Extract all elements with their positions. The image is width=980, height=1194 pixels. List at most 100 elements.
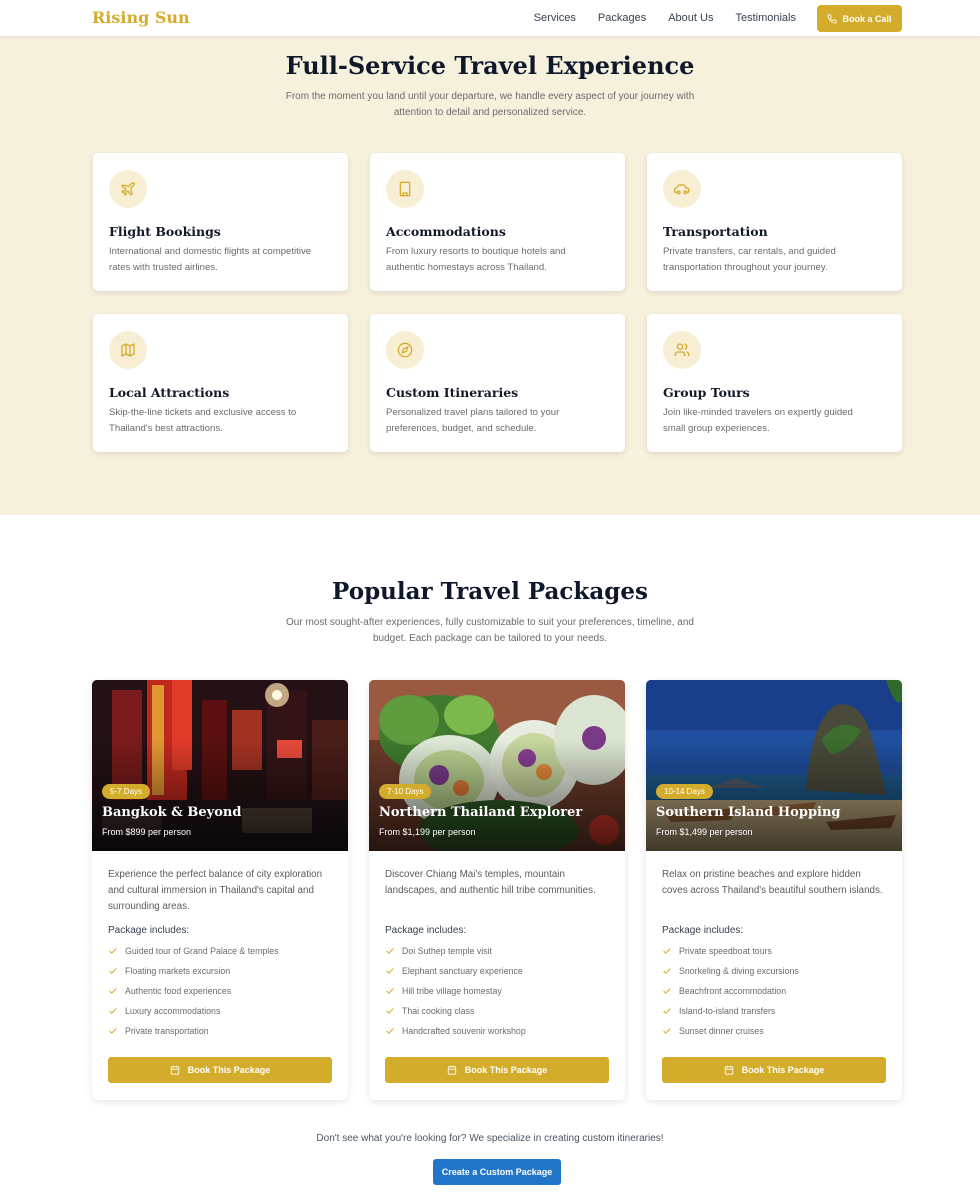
- service-card-itineraries: Custom Itineraries Personalized travel p…: [370, 314, 625, 452]
- list-item: Private speedboat tours: [662, 941, 886, 961]
- include-text: Authentic food experiences: [125, 986, 232, 996]
- include-text: Snorkeling & diving excursions: [679, 966, 799, 976]
- list-item: Sunset dinner cruises: [662, 1021, 886, 1041]
- services-title: Full-Service Travel Experience: [285, 51, 695, 80]
- package-name: Northern Thailand Explorer: [379, 805, 583, 820]
- image-overlay: [369, 680, 625, 851]
- book-call-button[interactable]: Book a Call: [817, 5, 902, 32]
- nav-links: Services Packages About Us Testimonials: [534, 12, 796, 24]
- package-card-bangkok: 5-7 Days Bangkok & Beyond From $899 per …: [92, 680, 348, 1100]
- service-desc: Join like-minded travelers on expertly g…: [663, 407, 853, 434]
- car-icon: [663, 170, 701, 208]
- includes-label: Package includes:: [385, 925, 467, 936]
- top-navbar: Rising Sun Services Packages About Us Te…: [0, 0, 980, 37]
- package-price: From $899 per person: [102, 827, 192, 837]
- package-name: Bangkok & Beyond: [102, 805, 242, 820]
- compass-icon: [386, 331, 424, 369]
- list-item: Doi Suthep temple visit: [385, 941, 609, 961]
- calendar-icon: [724, 1065, 733, 1075]
- service-card-group-tours: Group Tours Join like-minded travelers o…: [647, 314, 902, 452]
- include-text: Floating markets excursion: [125, 966, 231, 976]
- brand-logo[interactable]: Rising Sun: [92, 8, 190, 27]
- check-icon: [663, 968, 671, 974]
- check-icon: [663, 1028, 671, 1034]
- service-card-transportation: Transportation Private transfers, car re…: [647, 153, 902, 291]
- check-icon: [386, 948, 394, 954]
- calendar-icon: [170, 1065, 179, 1075]
- include-text: Beachfront accommodation: [679, 986, 787, 996]
- check-icon: [386, 1008, 394, 1014]
- service-card-flights: Flight Bookings International and domest…: [93, 153, 348, 291]
- includes-list: Guided tour of Grand Palace & temples Fl…: [108, 941, 332, 1041]
- nav-link-about[interactable]: About Us: [668, 12, 713, 24]
- include-text: Island-to-island transfers: [679, 1006, 776, 1016]
- list-item: Guided tour of Grand Palace & temples: [108, 941, 332, 961]
- check-icon: [386, 968, 394, 974]
- service-title: Group Tours: [663, 385, 750, 400]
- includes-label: Package includes:: [662, 925, 744, 936]
- include-text: Thai cooking class: [402, 1006, 475, 1016]
- package-price: From $1,499 per person: [656, 827, 753, 837]
- check-icon: [109, 988, 117, 994]
- package-image-spring-rolls: 7-10 Days Northern Thailand Explorer Fro…: [369, 680, 625, 851]
- includes-list: Private speedboat tours Snorkeling & div…: [662, 941, 886, 1041]
- service-desc: From luxury resorts to boutique hotels a…: [386, 246, 566, 273]
- includes-label: Package includes:: [108, 925, 190, 936]
- services-section: Full-Service Travel Experience From the …: [0, 37, 980, 515]
- book-package-button[interactable]: Book This Package: [662, 1057, 886, 1083]
- map-icon: [109, 331, 147, 369]
- nav-link-packages[interactable]: Packages: [598, 12, 646, 24]
- nav-link-services[interactable]: Services: [534, 12, 576, 24]
- services-subtitle: From the moment you land until your depa…: [285, 91, 695, 118]
- book-package-label: Book This Package: [464, 1065, 548, 1075]
- list-item: Beachfront accommodation: [662, 981, 886, 1001]
- list-item: Hill tribe village homestay: [385, 981, 609, 1001]
- include-text: Sunset dinner cruises: [679, 1026, 764, 1036]
- nav-link-testimonials[interactable]: Testimonials: [735, 12, 796, 24]
- create-custom-package-button[interactable]: Create a Custom Package: [433, 1159, 561, 1185]
- package-card-southern: 10-14 Days Southern Island Hopping From …: [646, 680, 902, 1100]
- service-card-attractions: Local Attractions Skip-the-line tickets …: [93, 314, 348, 452]
- phone-icon: [827, 13, 838, 24]
- building-icon: [386, 170, 424, 208]
- check-icon: [109, 968, 117, 974]
- list-item: Thai cooking class: [385, 1001, 609, 1021]
- package-desc: Experience the perfect balance of city e…: [108, 869, 323, 912]
- service-title: Local Attractions: [109, 385, 230, 400]
- package-price: From $1,199 per person: [379, 827, 476, 837]
- list-item: Elephant sanctuary experience: [385, 961, 609, 981]
- check-icon: [663, 988, 671, 994]
- plane-icon: [109, 170, 147, 208]
- image-overlay: [646, 680, 902, 851]
- include-text: Luxury accommodations: [125, 1006, 221, 1016]
- list-item: Floating markets excursion: [108, 961, 332, 981]
- custom-itinerary-note: Don't see what you're looking for? We sp…: [316, 1133, 664, 1144]
- book-call-label: Book a Call: [842, 13, 892, 24]
- image-overlay: [92, 680, 348, 851]
- include-text: Doi Suthep temple visit: [402, 946, 492, 956]
- service-title: Transportation: [663, 224, 768, 239]
- check-icon: [663, 1008, 671, 1014]
- duration-badge: 10-14 Days: [656, 784, 713, 799]
- check-icon: [663, 948, 671, 954]
- package-image-bangkok-night-street: 5-7 Days Bangkok & Beyond From $899 per …: [92, 680, 348, 851]
- duration-badge: 5-7 Days: [102, 784, 151, 799]
- book-package-button[interactable]: Book This Package: [385, 1057, 609, 1083]
- list-item: Island-to-island transfers: [662, 1001, 886, 1021]
- package-desc: Relax on pristine beaches and explore hi…: [662, 869, 883, 896]
- service-title: Custom Itineraries: [386, 385, 519, 400]
- book-package-button[interactable]: Book This Package: [108, 1057, 332, 1083]
- service-card-accommodations: Accommodations From luxury resorts to bo…: [370, 153, 625, 291]
- include-text: Hill tribe village homestay: [402, 986, 502, 996]
- service-desc: Skip-the-line tickets and exclusive acce…: [109, 407, 297, 434]
- include-text: Elephant sanctuary experience: [402, 966, 523, 976]
- check-icon: [386, 1028, 394, 1034]
- check-icon: [109, 948, 117, 954]
- list-item: Authentic food experiences: [108, 981, 332, 1001]
- package-card-northern: 7-10 Days Northern Thailand Explorer Fro…: [369, 680, 625, 1100]
- include-text: Private speedboat tours: [679, 946, 772, 956]
- list-item: Handcrafted souvenir workshop: [385, 1021, 609, 1041]
- includes-list: Doi Suthep temple visit Elephant sanctua…: [385, 941, 609, 1041]
- book-package-label: Book This Package: [187, 1065, 271, 1075]
- include-text: Private transportation: [125, 1026, 209, 1036]
